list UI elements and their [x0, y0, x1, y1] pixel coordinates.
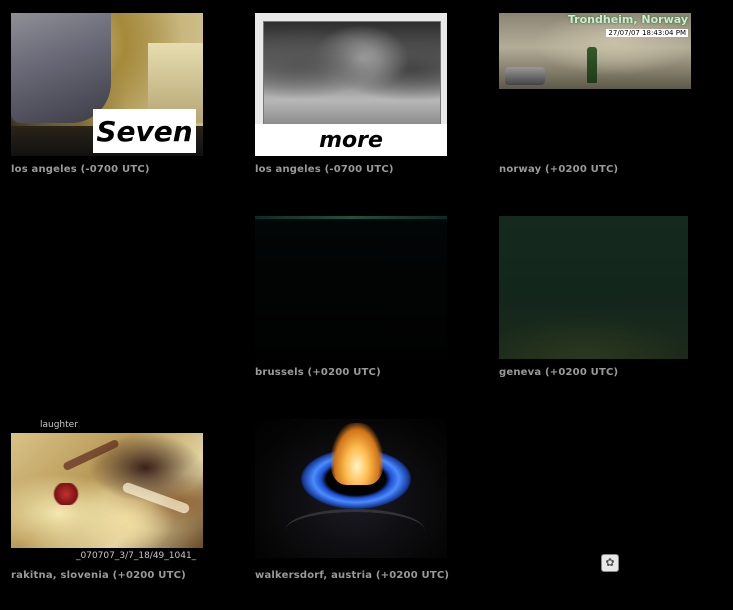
rakitna-top-label: laughter	[40, 420, 78, 430]
norway-timestamp-overlay: 27/07/07 18:43:04 PM	[606, 29, 688, 37]
caption-norway: norway (+0200 UTC)	[499, 164, 619, 175]
more-sign: more	[255, 124, 447, 156]
abstract-flower	[51, 483, 81, 505]
caption-geneva: geneva (+0200 UTC)	[499, 367, 619, 378]
tv-screen-image	[263, 21, 441, 127]
webcam-los-angeles-2[interactable]: more	[255, 13, 447, 156]
rakitna-bottom-label: _070707_3/7_18/49_1041_	[76, 551, 197, 561]
webcam-geneva[interactable]	[499, 216, 688, 359]
webcam-los-angeles-1[interactable]: Seven	[11, 13, 203, 156]
abstract-streak	[62, 438, 120, 472]
caption-brussels: brussels (+0200 UTC)	[255, 367, 381, 378]
gas-flame-core	[331, 423, 383, 485]
stove-grate	[285, 509, 425, 552]
webcam-walkersdorf[interactable]	[255, 419, 447, 558]
seven-sign: Seven	[93, 109, 196, 153]
reload-icon[interactable]: ✿	[601, 554, 619, 572]
webcam-norway[interactable]: Trondheim, Norway 27/07/07 18:43:04 PM	[499, 13, 691, 89]
caption-walkersdorf: walkersdorf, austria (+0200 UTC)	[255, 570, 450, 581]
caption-rakitna: rakitna, slovenia (+0200 UTC)	[11, 570, 186, 581]
abstract-streak	[121, 481, 191, 515]
geneva-floor-glow	[499, 314, 688, 359]
bottle-image	[587, 47, 597, 83]
caption-los-angeles-1: los angeles (-0700 UTC)	[11, 164, 150, 175]
webcam-brussels[interactable]	[255, 216, 447, 359]
pot-image	[505, 67, 545, 85]
webcam-rakitna[interactable]	[11, 433, 203, 548]
caption-los-angeles-2: los angeles (-0700 UTC)	[255, 164, 394, 175]
person-image	[11, 13, 111, 123]
brussels-light-strip	[255, 216, 447, 219]
norway-city-overlay: Trondheim, Norway	[567, 13, 688, 26]
